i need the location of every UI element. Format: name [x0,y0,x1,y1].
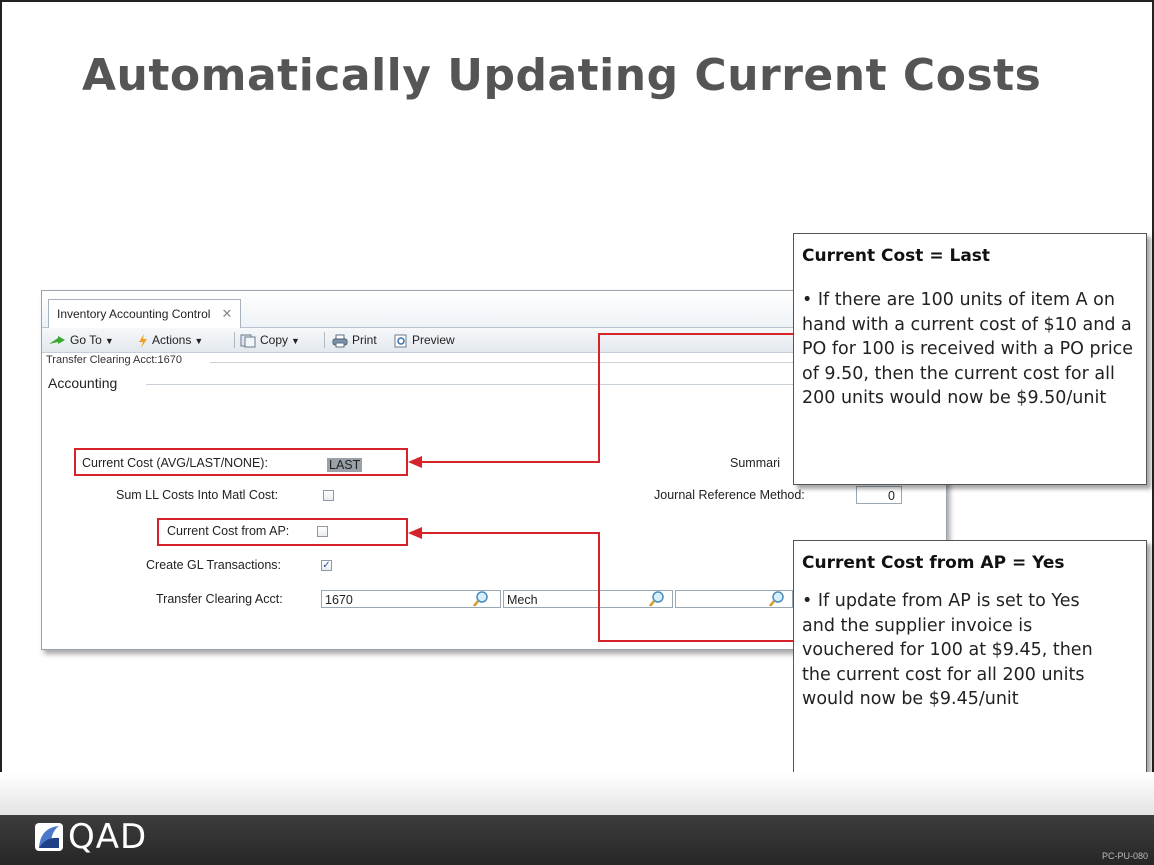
footer-bar [0,815,1154,865]
sum-ll-costs-label: Sum LL Costs Into Matl Cost: [116,488,279,502]
goto-label: Go To [70,333,102,347]
tab-inventory-accounting-control[interactable]: Inventory Accounting Control ✕ [48,299,242,328]
sum-ll-costs-checkbox[interactable] [323,490,334,501]
connector-line [598,333,600,463]
chevron-down-icon: ▼ [104,336,114,346]
lightning-icon [139,333,147,348]
callout-heading: Current Cost from AP = Yes [802,553,1065,573]
callout-body: • If update from AP is set to Yes and th… [802,591,1093,709]
printer-icon [332,334,348,348]
close-icon[interactable]: ✕ [222,300,233,328]
slide-title: Automatically Updating Current Costs [82,50,1042,101]
lookup-search-icon[interactable] [472,590,490,608]
chevron-down-icon: ▼ [291,336,300,346]
arrowhead-icon [408,456,422,468]
create-gl-checkbox[interactable]: ✓ [321,560,332,571]
copy-button[interactable]: Copy ▼ [240,332,300,348]
qad-logo-icon [35,823,63,851]
connector-line [598,333,796,335]
arrowhead-icon [408,527,422,539]
copy-icon [240,334,256,348]
connector-line [598,640,796,642]
preview-label: Preview [412,333,455,347]
tab-label: Inventory Accounting Control [57,307,211,321]
qad-logo-text: QAD [68,817,148,857]
lookup-search-icon[interactable] [768,590,786,608]
breadcrumb: Transfer Clearing Acct:1670 [46,354,182,366]
toolbar-divider [324,332,325,348]
actions-label: Actions [152,333,192,347]
print-button[interactable]: Print [332,332,377,348]
group-title: Accounting [48,375,118,391]
callout-body: • If there are 100 units of item A on ha… [802,290,1134,408]
callout-heading: Current Cost = Last [802,246,991,266]
summarize-label: Summari [730,456,781,470]
connector-line [598,532,600,642]
print-label: Print [352,333,377,347]
footer-gradient [0,772,1154,815]
journal-reference-method-input[interactable]: 0 [856,486,902,504]
create-gl-label: Create GL Transactions: [146,558,282,572]
slide-code: PC-PU-080 [1101,851,1148,861]
copy-label: Copy [260,333,289,347]
transfer-clearing-acct-label: Transfer Clearing Acct: [156,592,283,606]
arrow-right-icon [49,335,65,344]
preview-icon [394,334,407,348]
actions-button[interactable]: Actions ▼ [138,332,203,348]
toolbar-divider [234,332,235,348]
lookup-search-icon[interactable] [648,590,666,608]
highlight-current-cost-from-ap [157,518,408,546]
preview-button[interactable]: Preview [394,332,455,348]
journal-reference-method-label: Journal Reference Method: [654,488,805,502]
goto-button[interactable]: Go To ▼ [48,332,114,348]
connector-line [420,532,600,534]
connector-line [420,461,600,463]
callout-current-cost-last: Current Cost = Last • If there are 100 u… [793,233,1147,485]
highlight-current-cost [74,448,408,476]
chevron-down-icon: ▼ [194,336,204,346]
